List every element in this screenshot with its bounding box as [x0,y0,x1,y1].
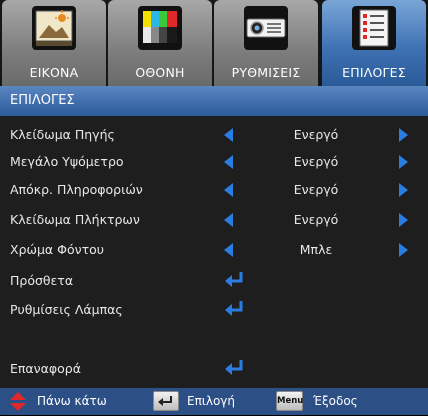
enter-icon[interactable] [224,299,246,319]
options-menu: Κλείδωμα Πηγής Ενεργό Μεγάλο Υψόμετρο Εν… [0,116,428,388]
enter-icon[interactable] [224,358,246,378]
arrow-left-icon[interactable] [224,128,233,142]
arrow-left-icon[interactable] [224,155,233,169]
tab-label: ΟΘΟΝΗ [135,65,185,80]
tab-label: ΕΙΚΟΝΑ [29,65,79,80]
menu-item-label: Μεγάλο Υψόμετρο [10,154,124,169]
arrow-right-icon[interactable] [399,183,408,197]
page-title: ΕΠΙΛΟΓΕΣ [10,93,75,108]
menu-item-keypad-lock[interactable]: Κλείδωμα Πλήκτρων Ενεργό [0,207,428,233]
select-hint: Επιλογή [187,394,236,408]
menu-item-information-hide[interactable]: Απόκρ. Πληροφοριών Ενεργό [0,177,428,203]
menu-item-value: Ενεργό [293,212,339,227]
tab-options[interactable]: ΕΠΙΛΟΓΕΣ [322,0,426,86]
section-header: ΕΠΙΛΟΓΕΣ [0,86,428,116]
tab-picture[interactable]: ΕΙΚΟΝΑ [2,0,106,86]
tab-display[interactable]: ΟΘΟΝΗ [108,0,212,86]
menu-item-label: Πρόσθετα [10,273,74,288]
menu-item-label: Κλείδωμα Πηγής [10,127,115,142]
menu-item-label: Απόκρ. Πληροφοριών [10,182,143,197]
arrow-right-icon[interactable] [399,213,408,227]
arrow-left-icon[interactable] [224,213,233,227]
exit-hint: Έξοδος [313,394,358,408]
menu-key-icon: Menu [276,391,303,411]
projector-icon [243,5,289,51]
menu-item-reset[interactable]: Επαναφορά [0,356,428,382]
navigate-hint: Πάνω κάτω [37,394,107,408]
menu-item-source-lock[interactable]: Κλείδωμα Πηγής Ενεργό [0,122,428,148]
enter-icon[interactable] [224,270,246,290]
arrow-left-icon[interactable] [224,183,233,197]
menu-item-label: Χρώμα Φόντου [10,242,105,257]
menu-item-background-color[interactable]: Χρώμα Φόντου Μπλε [0,237,428,263]
menu-item-label: Κλείδωμα Πλήκτρων [10,212,140,227]
tab-setup[interactable]: ΡΥΘΜΙΣΕΙΣ [214,0,318,86]
picture-icon [31,5,77,51]
menu-item-label: Επαναφορά [10,361,81,376]
tab-label: ΡΥΘΜΙΣΕΙΣ [231,65,301,80]
display-icon [137,5,183,51]
footer-help-bar: Πάνω κάτω Επιλογή Menu Έξοδος [0,388,428,415]
osd-menu: ΕΙΚΟΝΑ ΟΘΟΝΗ ΡΥΘΜΙΣΕΙΣ ΕΠΙΛΟΓΕΣ ΕΠΙΛΟΓΕΣ… [0,0,428,415]
menu-item-advanced[interactable]: Πρόσθετα [0,268,428,294]
arrow-right-icon[interactable] [399,155,408,169]
up-down-arrows-icon [6,391,30,412]
enter-key-icon [153,391,179,411]
menu-item-lamp-settings[interactable]: Ρυθμίσεις Λάμπας [0,297,428,323]
arrow-right-icon[interactable] [399,243,408,257]
arrow-left-icon[interactable] [224,243,233,257]
tab-label: ΕΠΙΛΟΓΕΣ [342,65,406,80]
menu-item-high-altitude[interactable]: Μεγάλο Υψόμετρο Ενεργό [0,149,428,175]
menu-item-value: Ενεργό [293,127,339,142]
tab-bar: ΕΙΚΟΝΑ ΟΘΟΝΗ ΡΥΘΜΙΣΕΙΣ ΕΠΙΛΟΓΕΣ [0,0,428,86]
menu-item-value: Ενεργό [293,154,339,169]
menu-item-value: Ενεργό [293,182,339,197]
menu-item-value: Μπλε [299,242,333,257]
menu-item-label: Ρυθμίσεις Λάμπας [10,302,123,317]
arrow-right-icon[interactable] [399,128,408,142]
checklist-icon [351,5,397,51]
